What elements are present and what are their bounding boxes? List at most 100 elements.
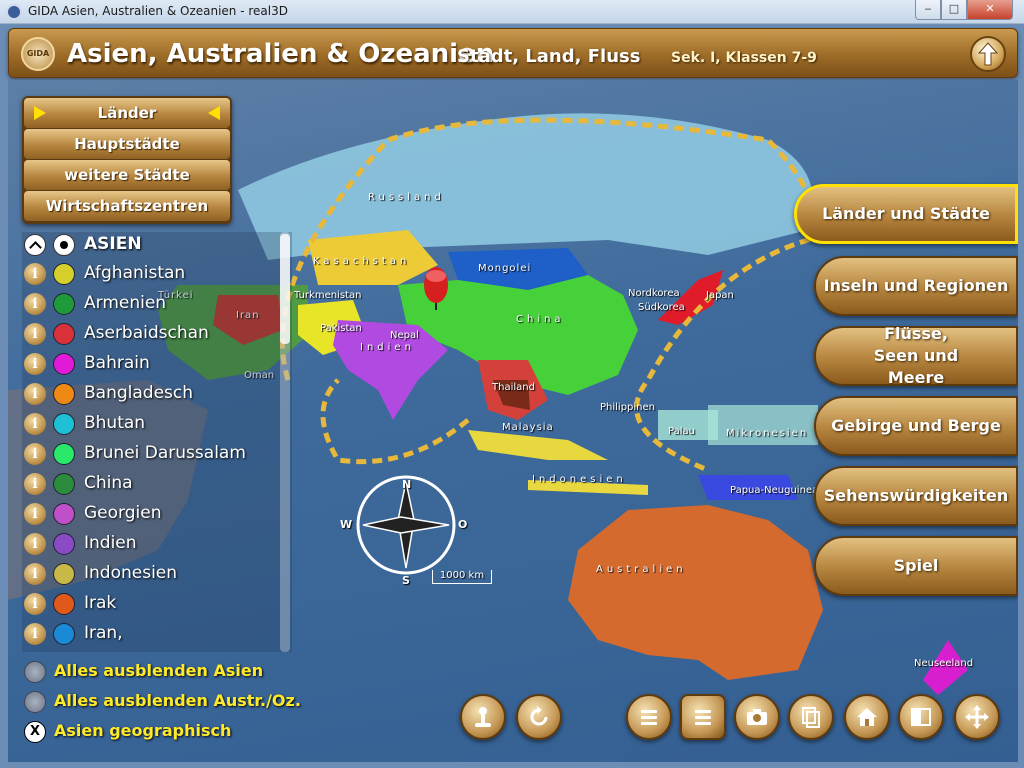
nav-laender-und-staedte[interactable]: Länder und Städte [794, 184, 1018, 244]
list-item[interactable]: i Bangladesch [22, 382, 287, 408]
label-philippinen: Philippinen [600, 402, 656, 413]
grade-level: Sek. I, Klassen 7-9 [671, 50, 817, 66]
color-toggle[interactable] [53, 323, 75, 345]
color-toggle[interactable] [53, 383, 75, 405]
info-icon[interactable]: i [24, 323, 46, 345]
country-name: Bahrain [84, 353, 150, 373]
up-arrow-button[interactable] [970, 36, 1006, 72]
copy-button[interactable] [788, 694, 834, 740]
info-icon[interactable]: i [24, 473, 46, 495]
country-name: China [84, 473, 133, 493]
country-list[interactable]: ASIEN i Afghanistan i Armenien i Aserbaidscha… [22, 232, 292, 652]
home-button[interactable] [844, 694, 890, 740]
app-header: GIDA Asien, Australien & Ozeanien Stadt,… [8, 28, 1018, 78]
color-toggle[interactable] [53, 353, 75, 375]
info-icon[interactable]: i [24, 293, 46, 315]
label-malaysia: Malaysia [502, 422, 554, 433]
close-button[interactable]: ✕ [967, 0, 1013, 20]
window-titlebar: GIDA Asien, Australien & Ozeanien - real… [0, 0, 1024, 24]
list-item[interactable]: i Bhutan [22, 412, 287, 438]
list-item[interactable]: i Georgien [22, 502, 287, 528]
list-item[interactable]: i Afghanistan [22, 262, 287, 288]
toggle-dot[interactable] [24, 661, 46, 683]
maximize-button[interactable]: □ [941, 0, 967, 20]
nav-label: Inseln und Regionen [823, 276, 1009, 295]
collapse-button[interactable] [24, 234, 46, 256]
color-toggle[interactable] [53, 593, 75, 615]
nav-spiel[interactable]: Spiel [814, 536, 1018, 596]
menu-item-weitere-staedte[interactable]: weitere Städte [24, 160, 230, 190]
copy-icon [802, 707, 820, 728]
list-header-row: ASIEN [22, 234, 282, 256]
option-hide-australia[interactable]: Alles ausblenden Austr./Oz. [22, 690, 322, 714]
list-item[interactable]: i Irak [22, 592, 287, 618]
list-item[interactable]: i Aserbaidschan [22, 322, 287, 348]
list-item[interactable]: i Bahrain [22, 352, 287, 378]
menu-item-hauptstaedte[interactable]: Hauptstädte [24, 129, 230, 159]
nav-gebirge-und-berge[interactable]: Gebirge und Berge [814, 396, 1018, 456]
country-name: Indien [84, 533, 137, 553]
nav-fluesse-seen-meere[interactable]: Flüsse, Seen und Meere [814, 324, 1018, 387]
list-item[interactable]: i Brunei Darussalam [22, 442, 287, 468]
country-name: Armenien [84, 293, 167, 313]
info-icon[interactable]: i [24, 443, 46, 465]
list-alt-button[interactable] [680, 694, 726, 740]
list-item[interactable]: i Indonesien [22, 562, 287, 588]
close-x-icon[interactable]: X [24, 721, 46, 743]
color-toggle[interactable] [53, 473, 75, 495]
nav-sehenswuerdigkeiten[interactable]: Sehenswürdigkeiten [814, 466, 1018, 526]
label-neuseeland: Neuseeland [914, 658, 974, 669]
minimize-button[interactable]: ‒ [915, 0, 941, 20]
move-button[interactable] [954, 694, 1000, 740]
toggle-dot[interactable] [24, 691, 46, 713]
nav-inseln-und-regionen[interactable]: Inseln und Regionen [814, 256, 1018, 316]
info-icon[interactable]: i [24, 413, 46, 435]
list-icon [695, 710, 711, 725]
list-button[interactable] [626, 694, 672, 740]
up-arrow-icon [977, 42, 999, 66]
color-toggle[interactable] [53, 443, 75, 465]
country-name: Georgien [84, 503, 162, 523]
color-toggle[interactable] [53, 503, 75, 525]
screenshot-button[interactable] [734, 694, 780, 740]
color-toggle[interactable] [53, 623, 75, 645]
country-name: Bangladesch [84, 383, 194, 403]
info-icon[interactable]: i [24, 563, 46, 585]
joystick-button[interactable] [460, 694, 506, 740]
label-thailand: Thailand [492, 382, 535, 393]
menu-item-label: Hauptstädte [74, 135, 180, 153]
option-asia-geographic[interactable]: X Asien geographisch [22, 720, 322, 744]
panel-icon [911, 708, 931, 726]
map-view[interactable]: N S W O 1000 km Russland Kasachstan Mong… [8, 80, 1018, 762]
color-toggle[interactable] [53, 563, 75, 585]
label-nordkorea: Nordkorea [628, 288, 680, 299]
info-icon[interactable]: i [24, 503, 46, 525]
list-scrollbar[interactable] [280, 232, 290, 652]
color-toggle[interactable] [53, 413, 75, 435]
home-icon [857, 708, 877, 726]
info-icon[interactable]: i [24, 593, 46, 615]
menu-item-laender[interactable]: Länder [24, 98, 230, 128]
menu-item-label: Wirtschaftszentren [45, 197, 209, 215]
reset-button[interactable] [516, 694, 562, 740]
info-icon[interactable]: i [24, 263, 46, 285]
list-item[interactable]: i Indien [22, 532, 287, 558]
info-icon[interactable]: i [24, 353, 46, 375]
info-icon[interactable]: i [24, 533, 46, 555]
select-all-radio[interactable] [53, 234, 75, 256]
info-icon[interactable]: i [24, 383, 46, 405]
list-item[interactable]: i China [22, 472, 287, 498]
label-mikronesien: Mikronesien [726, 428, 809, 439]
option-label: Alles ausblenden Austr./Oz. [54, 691, 301, 710]
menu-item-wirtschaftszentren[interactable]: Wirtschaftszentren [24, 191, 230, 221]
list-item[interactable]: i Armenien [22, 292, 287, 318]
panel-toggle-button[interactable] [898, 694, 944, 740]
compass-n: N [402, 478, 412, 491]
option-hide-asia[interactable]: Alles ausblenden Asien [22, 660, 322, 684]
color-toggle[interactable] [53, 263, 75, 285]
info-icon[interactable]: i [24, 623, 46, 645]
color-toggle[interactable] [53, 293, 75, 315]
list-item[interactable]: i Iran, [22, 622, 287, 648]
scroll-thumb[interactable] [280, 234, 290, 344]
color-toggle[interactable] [53, 533, 75, 555]
